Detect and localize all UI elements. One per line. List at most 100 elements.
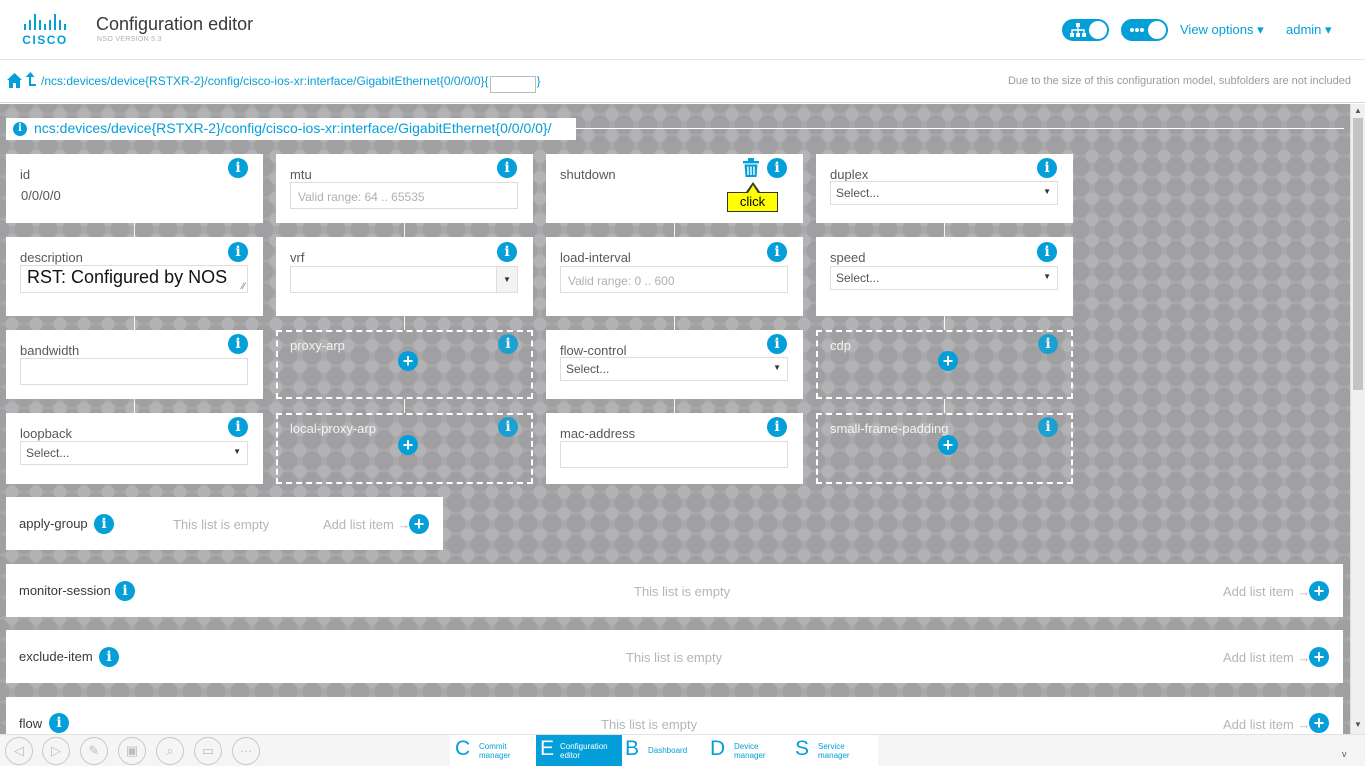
loopback-select[interactable]: Select... ▼ xyxy=(20,441,248,465)
leaf-label: cdp xyxy=(830,338,851,353)
info-icon[interactable]: i xyxy=(767,158,787,178)
leaf-label: bandwidth xyxy=(20,343,80,358)
info-icon[interactable]: i xyxy=(497,158,517,178)
scrollbar[interactable]: ▲ ▼ xyxy=(1350,104,1365,734)
more-toggle[interactable] xyxy=(1121,19,1168,41)
chevron-down-icon[interactable]: ▼ xyxy=(496,267,517,292)
breadcrumb-rule xyxy=(576,128,1344,129)
chevron-down-icon: ▼ xyxy=(233,447,241,456)
add-icon[interactable]: + xyxy=(1309,713,1329,733)
nav-dashboard[interactable]: B Dashboard xyxy=(622,735,704,766)
add-icon[interactable]: + xyxy=(938,351,958,371)
chevron-down-icon[interactable]: v xyxy=(1342,749,1347,759)
info-icon[interactable]: i xyxy=(228,242,248,262)
flow-control-select[interactable]: Select... ▼ xyxy=(560,357,788,381)
list-monitor-session: monitor-session i This list is empty Add… xyxy=(6,564,1343,617)
topology-toggle[interactable] xyxy=(1062,19,1109,41)
info-icon[interactable]: i xyxy=(1038,417,1058,437)
leaf-label: duplex xyxy=(830,167,869,182)
info-icon[interactable]: i xyxy=(228,334,248,354)
vrf-combobox[interactable]: ▼ xyxy=(290,266,518,293)
info-icon[interactable]: i xyxy=(13,122,27,136)
info-icon[interactable]: i xyxy=(497,242,517,262)
info-icon[interactable]: i xyxy=(115,581,135,601)
add-list-item-link[interactable]: Add list item → xyxy=(1223,717,1310,732)
description-textarea[interactable]: RST: Configured by NOS ⁄⁄ xyxy=(20,265,248,293)
more-icon[interactable]: ··· xyxy=(232,737,260,765)
leaf-label: shutdown xyxy=(560,167,616,182)
breadcrumb-text[interactable]: ncs:devices/device{RSTXR-2}/config/cisco… xyxy=(34,120,551,136)
leaf-description: description i RST: Configured by NOS ⁄⁄ xyxy=(6,237,263,316)
nav-letter: E xyxy=(540,737,555,760)
add-list-item-link[interactable]: Add list item → xyxy=(323,517,410,532)
add-list-item-link[interactable]: Add list item → xyxy=(1223,650,1310,665)
duplex-select[interactable]: Select... ▼ xyxy=(830,181,1058,205)
mtu-input[interactable]: Valid range: 64 .. 65535 xyxy=(290,182,518,209)
trash-icon[interactable] xyxy=(743,158,759,177)
nav-letter: D xyxy=(710,737,726,760)
leaf-shutdown: shutdown i xyxy=(546,154,803,223)
home-icon[interactable] xyxy=(7,73,22,88)
empty-text: This list is empty xyxy=(173,517,270,532)
compare-icon[interactable]: ▣ xyxy=(118,737,146,765)
info-icon[interactable]: i xyxy=(498,417,518,437)
mac-address-input[interactable] xyxy=(560,441,788,468)
info-icon[interactable]: i xyxy=(49,713,69,733)
add-icon[interactable]: + xyxy=(398,351,418,371)
leaf-label: mtu xyxy=(290,167,312,182)
add-icon[interactable]: + xyxy=(398,435,418,455)
info-icon[interactable]: i xyxy=(498,334,518,354)
back-icon[interactable]: ◁ xyxy=(5,737,33,765)
leaf-small-frame-padding: small-frame-padding i + xyxy=(816,413,1073,484)
info-icon[interactable]: i xyxy=(767,242,787,262)
info-icon[interactable]: i xyxy=(767,334,787,354)
chevron-down-icon: ▼ xyxy=(773,363,781,372)
path-prefix[interactable]: /ncs:devices/device{RSTXR-2}/config/cisc… xyxy=(41,74,489,88)
container-breadcrumb: i ncs:devices/device{RSTXR-2}/config/cisc… xyxy=(6,118,576,140)
info-icon[interactable]: i xyxy=(1037,158,1057,178)
add-list-item-link[interactable]: Add list item → xyxy=(1223,584,1310,599)
leaf-proxy-arp: proxy-arp i + xyxy=(276,330,533,399)
nav-label-line2: manager xyxy=(479,751,511,760)
app-version: NSO VERSION 5.3 xyxy=(97,36,162,43)
list-exclude-item: exclude-item i This list is empty Add li… xyxy=(6,630,1343,683)
nav-configuration-editor[interactable]: E Configuration editor xyxy=(536,735,622,766)
nav-commit-manager[interactable]: C Commit manager xyxy=(450,735,536,766)
nav-label-line2: manager xyxy=(734,751,766,760)
info-icon[interactable]: i xyxy=(767,417,787,437)
resize-grip-icon[interactable]: ⁄⁄ xyxy=(242,281,245,291)
speed-select[interactable]: Select... ▼ xyxy=(830,266,1058,290)
add-icon[interactable]: + xyxy=(409,514,429,534)
leaf-load-interval: load-interval i Valid range: 0 .. 600 xyxy=(546,237,803,316)
user-menu[interactable]: admin ▾ xyxy=(1286,22,1332,38)
nav-device-manager[interactable]: D Device manager xyxy=(704,735,790,766)
leaf-speed: speed i Select... ▼ xyxy=(816,237,1073,316)
info-icon[interactable]: i xyxy=(94,514,114,534)
leaf-label: local-proxy-arp xyxy=(290,421,376,436)
app-title: Configuration editor xyxy=(96,14,254,34)
search-icon[interactable]: ⌕ xyxy=(156,737,184,765)
leaf-mac-address: mac-address i xyxy=(546,413,803,484)
forward-icon[interactable]: ▷ xyxy=(42,737,70,765)
info-icon[interactable]: i xyxy=(228,417,248,437)
empty-text: This list is empty xyxy=(634,584,731,599)
up-arrow-icon[interactable] xyxy=(24,72,37,89)
load-interval-input[interactable]: Valid range: 0 .. 600 xyxy=(560,266,788,293)
more-icon xyxy=(1130,28,1144,32)
add-icon[interactable]: + xyxy=(938,435,958,455)
add-icon[interactable]: + xyxy=(1309,647,1329,667)
terminal-icon[interactable]: ▭ xyxy=(194,737,222,765)
info-icon[interactable]: i xyxy=(99,647,119,667)
key-input[interactable] xyxy=(489,76,536,93)
view-options-menu[interactable]: View options ▾ xyxy=(1180,22,1264,38)
edit-icon[interactable]: ✎ xyxy=(80,737,108,765)
info-icon[interactable]: i xyxy=(1038,334,1058,354)
add-icon[interactable]: + xyxy=(1309,581,1329,601)
bandwidth-input[interactable] xyxy=(20,358,248,385)
nav-letter: C xyxy=(455,737,471,760)
nav-label-line1: Dashboard xyxy=(648,746,688,755)
leaf-label: small-frame-padding xyxy=(830,421,949,436)
info-icon[interactable]: i xyxy=(228,158,248,178)
nav-service-manager[interactable]: S Service manager xyxy=(790,735,878,766)
info-icon[interactable]: i xyxy=(1037,242,1057,262)
